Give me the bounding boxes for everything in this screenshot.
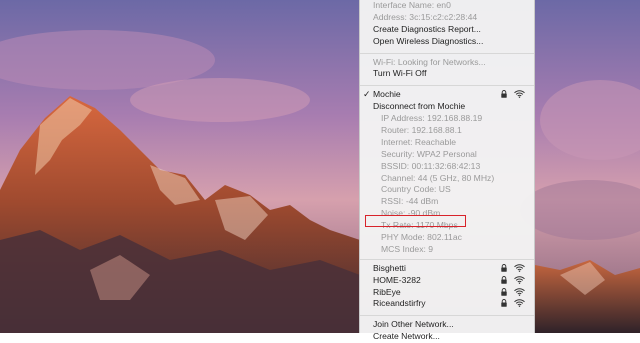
create-diagnostics-report-item[interactable]: Create Diagnostics Report...	[360, 24, 534, 36]
wifi-menu: Interface Name: en0 Address: 3c:15:c2:c2…	[359, 0, 535, 341]
menu-separator	[360, 258, 534, 260]
detail-internet: Internet: Reachable	[381, 136, 457, 147]
network-name: Mochie	[373, 89, 401, 100]
create-network-item[interactable]: Create Network...	[360, 331, 534, 343]
interface-name: Interface Name: en0	[373, 0, 451, 10]
lock-icon	[501, 263, 507, 272]
mountain-wallpaper	[0, 0, 640, 333]
detail-ip-address: IP Address: 192.168.88.19	[381, 113, 483, 124]
detail-router: Router: 192.168.88.1	[381, 125, 462, 136]
network-item-bisghetti[interactable]: Bisghetti	[360, 263, 534, 275]
wifi-icon	[514, 90, 525, 99]
turn-wifi-off-item[interactable]: Turn Wi-Fi Off	[360, 68, 534, 80]
lock-icon	[501, 275, 507, 284]
network-name: HOME-3282	[373, 274, 421, 285]
open-wireless-diagnostics-item[interactable]: Open Wireless Diagnostics...	[360, 36, 534, 48]
detail-mcs-index: MCS Index: 9	[381, 243, 434, 254]
menu-separator	[360, 52, 534, 54]
wifi-status: Wi-Fi: Looking for Networks...	[373, 56, 486, 67]
checkmark-icon: ✓	[363, 89, 371, 100]
network-item-ribeye[interactable]: RibEye	[360, 287, 534, 299]
disconnect-item[interactable]: Disconnect from Mochie	[360, 101, 534, 113]
network-item-home-3282[interactable]: HOME-3282	[360, 275, 534, 287]
wifi-icon	[514, 264, 525, 272]
detail-rssi: RSSI: -44 dBm	[381, 196, 439, 207]
network-item-mochie[interactable]: ✓ Mochie	[360, 89, 534, 101]
network-item-riceandstirfry[interactable]: Riceandstirfry	[360, 298, 534, 310]
lock-icon	[501, 299, 507, 308]
join-other-network-item[interactable]: Join Other Network...	[360, 319, 534, 331]
network-name: Bisghetti	[373, 262, 406, 273]
lock-icon	[501, 287, 507, 296]
interface-address: Address: 3c:15:c2:c2:28:44	[373, 11, 478, 22]
network-name: RibEye	[373, 286, 401, 297]
detail-country-code: Country Code: US	[381, 184, 451, 195]
wifi-icon	[514, 275, 525, 284]
tx-rate-highlight-box	[365, 215, 466, 227]
detail-phy-mode: PHY Mode: 802.11ac	[381, 232, 462, 243]
wifi-icon	[514, 287, 525, 296]
detail-channel: Channel: 44 (5 GHz, 80 MHz)	[381, 172, 495, 183]
network-name: Riceandstirfry	[373, 298, 426, 309]
menu-separator	[360, 85, 534, 87]
detail-bssid: BSSID: 00:11:32:68:42:13	[381, 160, 481, 171]
desktop-wallpaper	[0, 0, 640, 333]
detail-security: Security: WPA2 Personal	[381, 148, 477, 159]
lock-icon	[501, 90, 507, 99]
menu-separator	[360, 315, 534, 317]
wifi-icon	[514, 299, 525, 308]
